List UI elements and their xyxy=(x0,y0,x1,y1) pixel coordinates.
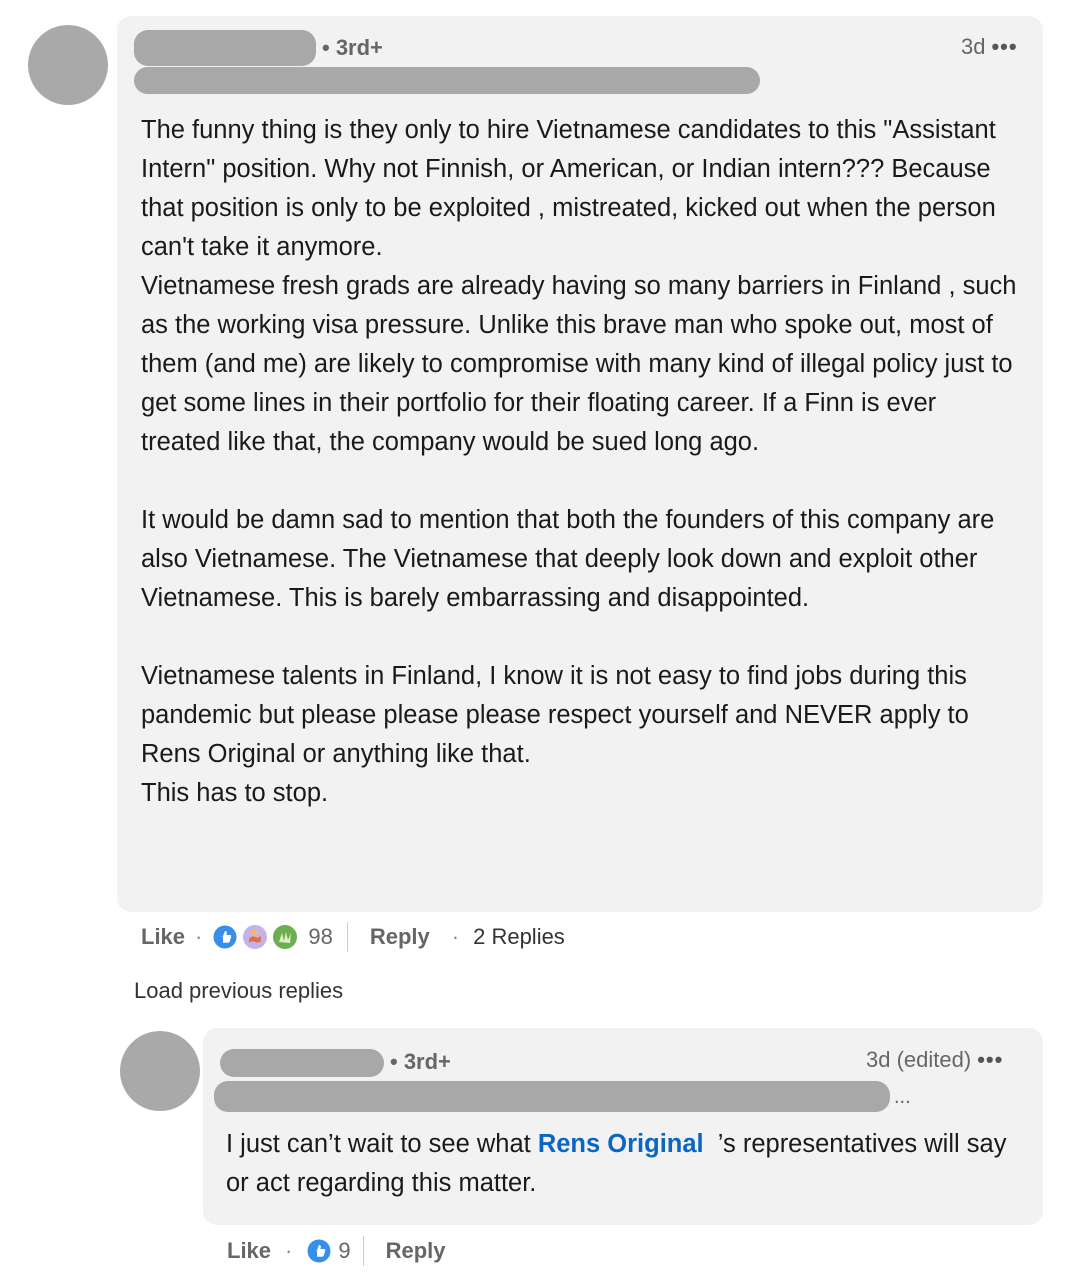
commenter-headline-redacted xyxy=(134,67,760,94)
like-reaction-icon xyxy=(212,924,238,950)
comment-timestamp: 3d xyxy=(961,34,986,59)
reaction-summary[interactable]: 9 xyxy=(306,1238,351,1264)
more-options-icon[interactable]: ••• xyxy=(991,34,1017,60)
comment-paragraph: Vietnamese talents in Finland, I know it… xyxy=(141,662,969,768)
reply-meta: 3d (edited) ••• xyxy=(866,1047,1003,1073)
separator-dot: · xyxy=(195,924,203,949)
reply-text-before: I just can’t wait to see what xyxy=(226,1130,538,1158)
comment-paragraph: This has to stop. xyxy=(141,779,329,807)
commenter-avatar[interactable] xyxy=(28,25,108,105)
separator-dot: · xyxy=(285,1238,293,1263)
replier-name-redacted[interactable] xyxy=(220,1049,384,1077)
reaction-count: 98 xyxy=(308,924,333,949)
replier-avatar[interactable] xyxy=(120,1031,200,1111)
comment-paragraph: Vietnamese fresh grads are already havin… xyxy=(141,272,1017,456)
comment-text: The funny thing is they only to hire Vie… xyxy=(141,111,1021,813)
reply-timestamp: 3d (edited) xyxy=(866,1047,972,1072)
load-previous-replies-link[interactable]: Load previous replies xyxy=(134,978,343,1004)
headline-truncation: ... xyxy=(894,1086,911,1108)
action-divider xyxy=(362,1236,364,1266)
replier-headline-redacted xyxy=(214,1081,890,1112)
company-mention-link[interactable]: Rens Original xyxy=(538,1130,704,1158)
action-divider xyxy=(346,922,348,952)
like-button[interactable]: Like xyxy=(141,924,185,950)
connection-degree: • 3rd+ xyxy=(390,1049,451,1074)
commenter-name-redacted[interactable] xyxy=(134,30,316,66)
reply-paragraph: I just can’t wait to see what Rens Origi… xyxy=(226,1125,1026,1203)
separator-dot: · xyxy=(451,924,460,949)
comment-paragraph: It would be damn sad to mention that bot… xyxy=(141,506,995,612)
reaction-count: 9 xyxy=(338,1238,351,1263)
reaction-summary[interactable]: 98 xyxy=(212,924,333,950)
comment-meta: 3d ••• xyxy=(961,34,1018,60)
more-options-icon[interactable]: ••• xyxy=(977,1047,1003,1073)
comment-paragraph: The funny thing is they only to hire Vie… xyxy=(141,116,996,261)
comment-actions: Like · 98 Reply · 2 Replies xyxy=(141,920,565,954)
replies-count-link[interactable]: 2 Replies xyxy=(473,924,565,950)
reply-button[interactable]: Reply xyxy=(386,1238,446,1264)
like-button[interactable]: Like xyxy=(227,1238,271,1264)
reply-button[interactable]: Reply xyxy=(370,924,430,950)
support-reaction-icon xyxy=(242,924,268,950)
reply-text: I just can’t wait to see what Rens Origi… xyxy=(226,1125,1026,1203)
reply-actions: Like · 9 Reply xyxy=(227,1234,446,1268)
celebrate-reaction-icon xyxy=(272,924,298,950)
connection-degree: • 3rd+ xyxy=(322,35,383,60)
like-reaction-icon xyxy=(306,1238,332,1264)
